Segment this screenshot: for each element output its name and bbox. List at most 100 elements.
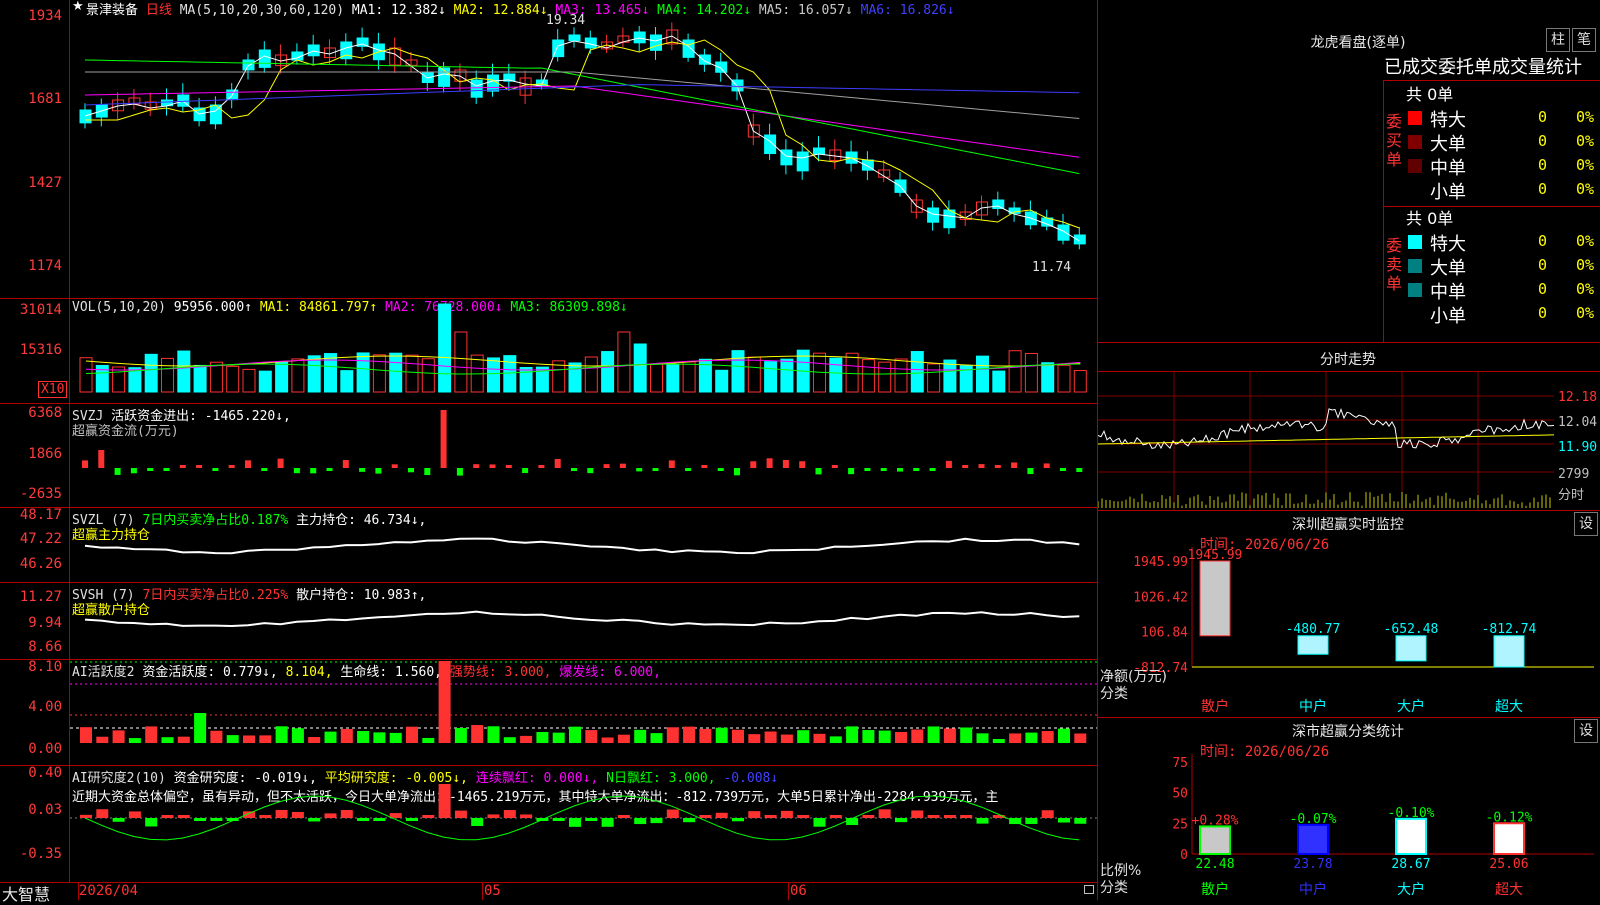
research-bar: [683, 818, 696, 823]
research-bar: [471, 818, 484, 827]
research-bar: [862, 815, 875, 818]
buy-row-label: 中单: [1430, 158, 1466, 179]
svsh-pane[interactable]: SVSH (7) 7日内买卖净占比0.225% 散户持仓: 10.983↑, 超…: [0, 583, 1098, 660]
candle-body: [780, 149, 793, 166]
intraday-panel[interactable]: 分时走势 12.18 12.04 11.90 2799 分时: [1098, 343, 1600, 511]
volume-bar: [764, 361, 778, 393]
research-bar: [846, 818, 859, 826]
flow-bar: [505, 465, 512, 468]
tick-view-button[interactable]: 笔: [1572, 28, 1596, 52]
activity-bar: [748, 734, 761, 743]
sell-row-3: 小单 0 0%: [1406, 302, 1600, 327]
research-bar: [80, 814, 92, 818]
activity-bar: [145, 726, 158, 743]
column-view-button[interactable]: 柱: [1546, 28, 1570, 52]
activity-bar: [992, 738, 1005, 743]
svzl-chart-svg[interactable]: [70, 508, 1097, 582]
candle-body: [992, 199, 1005, 210]
activity-bar: [373, 732, 386, 743]
flow-bar: [375, 468, 382, 474]
candle-body: [682, 39, 695, 58]
price-chart-svg[interactable]: [70, 0, 1097, 299]
svzj-pane[interactable]: SVZJ 活跃资金进出: -1465.220↓, 超赢资金流(万元) 6368 …: [0, 404, 1098, 508]
monitor-panel[interactable]: 深圳超赢实时监控 设 时间: 2026/06/26 1945.99 1026.42…: [1098, 511, 1600, 718]
flow-bar: [766, 458, 773, 468]
research-bar: [943, 815, 956, 818]
vol-ytick-1: 31014: [19, 302, 62, 318]
volume-bar: [894, 358, 908, 393]
buy-row-label: 大单: [1430, 134, 1466, 155]
flow-bar: [831, 465, 838, 468]
volume-bar: [829, 357, 843, 393]
svsh-ytick-1: 11.27: [19, 589, 62, 605]
flow-bar: [245, 460, 251, 468]
sell-row-count: 0: [1538, 280, 1548, 298]
svsh-chart-svg[interactable]: [70, 583, 1097, 659]
research-bar: [829, 815, 842, 818]
svzl-ytick-1: 48.17: [19, 507, 62, 523]
svzl-pane[interactable]: SVZL (7) 7日内买卖净占比0.187% 主力持仓: 46.734↓, 超…: [0, 507, 1098, 583]
volume-bar: [389, 352, 403, 393]
flow-bar: [473, 464, 480, 468]
classify-category: 中户: [1299, 881, 1327, 898]
price-ytick-4: 1174: [28, 258, 62, 274]
activity-bar: [650, 733, 663, 743]
vol-unit-badge: X10: [38, 381, 68, 398]
main-chart-area[interactable]: ★ 景津装备 日线 MA(5,10,20,30,60,120) MA1: 12.…: [0, 0, 1098, 904]
svzj-chart-svg[interactable]: [70, 404, 1097, 507]
flow-bar: [359, 468, 366, 472]
flow-bar: [1011, 462, 1018, 468]
flow-bar: [1076, 468, 1083, 472]
volume-bar: [878, 361, 892, 393]
ai-research-chart-svg[interactable]: [70, 766, 1097, 882]
intraday-chart-svg[interactable]: [1098, 372, 1554, 510]
ai-active-chart-svg[interactable]: [70, 660, 1097, 765]
flow-bar: [391, 464, 398, 468]
volume-pane[interactable]: VOL(5,10,20) 95956.000↑ MA1: 84861.797↑ …: [0, 299, 1098, 404]
volume-bar: [144, 353, 158, 393]
date-tick-2: [482, 883, 483, 900]
holding-line: [84, 537, 1080, 555]
volume-bar: [258, 370, 272, 393]
svzl-ytick-2: 47.22: [19, 531, 62, 547]
monitor-settings-button[interactable]: 设: [1574, 512, 1598, 536]
flow-bar: [98, 450, 105, 468]
activity-bar: [194, 713, 207, 743]
volume-bar: [177, 350, 191, 393]
price-pane[interactable]: ★ 景津装备 日线 MA(5,10,20,30,60,120) MA1: 12.…: [0, 0, 1098, 299]
lock-icon[interactable]: [1084, 885, 1094, 894]
volume-bar: [275, 361, 289, 393]
activity-bar: [128, 738, 141, 743]
classify-change-label: -0.07%: [1290, 812, 1337, 827]
sell-row-pct: 0%: [1576, 256, 1595, 274]
flow-bar: [424, 468, 431, 476]
dragon-panel[interactable]: 龙虎看盘(逐单) 柱 笔 已成交委托单成交量统计 委买单 共 0单 特大 0 0…: [1098, 0, 1600, 343]
classify-ytick: 0: [1180, 848, 1188, 863]
flow-bar: [945, 460, 952, 468]
activity-bar: [177, 736, 190, 743]
activity-bar: [715, 727, 728, 743]
volume-bar: [503, 355, 517, 393]
ai-active-pane[interactable]: AI活跃度2 资金活跃度: 0.779↓, 8.104, 生命线: 1.560,…: [0, 659, 1098, 766]
flow-bar: [864, 468, 871, 471]
svsh-ytick-2: 9.94: [28, 615, 62, 631]
research-bar: [487, 814, 500, 818]
ai-research-ytick-2: 0.03: [28, 802, 62, 818]
classify-settings-button[interactable]: 设: [1574, 719, 1598, 743]
volume-bar: [1057, 364, 1071, 393]
classify-panel[interactable]: 深市超赢分类统计 设 时间: 2026/06/26 75 50 25 0 +0.28% 2…: [1098, 718, 1600, 900]
research-bar: [748, 811, 761, 818]
date-tick-1: [78, 883, 79, 900]
app-logo[interactable]: 大智慧: [2, 881, 50, 905]
buy-row-3: 小单 0 0%: [1406, 178, 1600, 203]
activity-bar: [340, 728, 353, 743]
flow-bar: [277, 458, 284, 468]
ai-research-ytick-1: 0.40: [28, 765, 62, 781]
ai-research-pane[interactable]: AI研究度2(10) 资金研究度: -0.019↓, 平均研究度: -0.005…: [0, 765, 1098, 883]
classify-bar: [1493, 822, 1525, 856]
candle-body: [796, 151, 809, 172]
volume-bar: [747, 356, 761, 393]
flow-bar: [179, 465, 186, 468]
activity-bar: [666, 727, 679, 743]
volume-chart-svg[interactable]: [70, 299, 1097, 403]
